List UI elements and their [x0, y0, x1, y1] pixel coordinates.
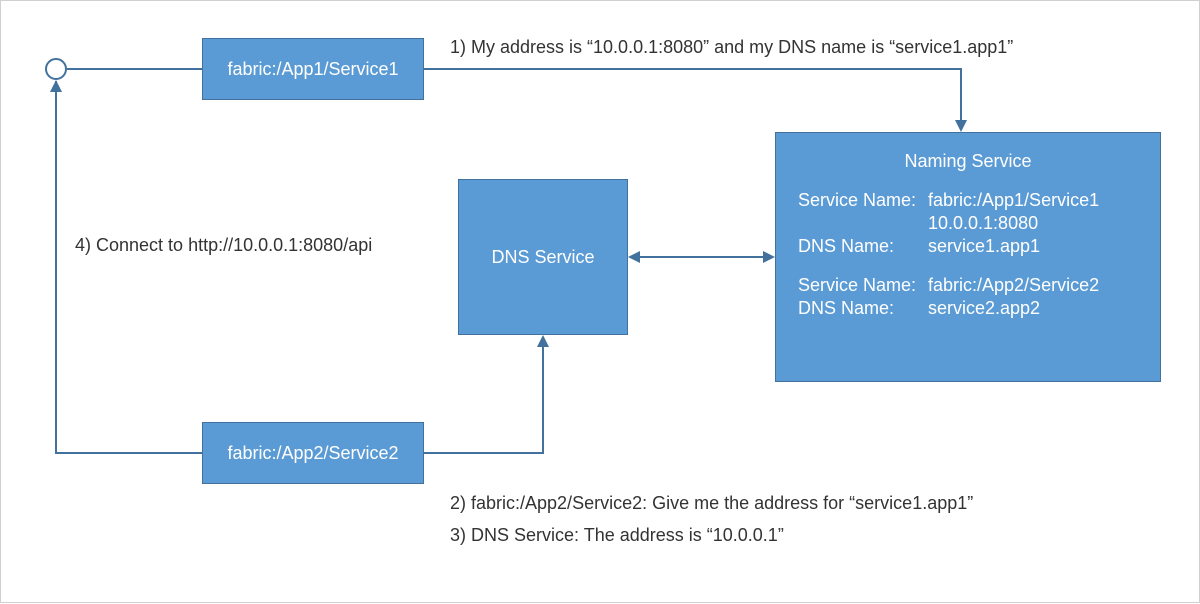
naming-service-title: Naming Service	[798, 151, 1138, 172]
service1-box: fabric:/App1/Service1	[202, 38, 424, 100]
naming-entry-dns: service1.app1	[928, 236, 1138, 257]
naming-entry-label: Service Name:	[798, 275, 928, 296]
arrowhead-dns-right	[763, 251, 775, 263]
step-2-label: 2) fabric:/App2/Service2: Give me the ad…	[450, 493, 973, 514]
naming-service-box: Naming Service Service Name: fabric:/App…	[775, 132, 1161, 382]
service2-to-circle-arrow	[56, 81, 202, 453]
arrowhead-2	[537, 335, 549, 347]
service1-to-naming-arrow	[424, 69, 961, 127]
service2-label: fabric:/App2/Service2	[227, 443, 398, 464]
service2-box: fabric:/App2/Service2	[202, 422, 424, 484]
naming-entry-0-servicename: Service Name: fabric:/App1/Service1	[798, 190, 1138, 211]
step-4-label: 4) Connect to http://10.0.0.1:8080/api	[75, 235, 372, 256]
naming-entry-value: fabric:/App2/Service2	[928, 275, 1138, 296]
naming-entry-address: 10.0.0.1:8080	[928, 213, 1138, 234]
naming-entry-value: fabric:/App1/Service1	[928, 190, 1138, 211]
dns-service-label: DNS Service	[491, 247, 594, 268]
service2-to-dns-arrow	[424, 345, 543, 453]
start-endpoint	[45, 58, 67, 80]
naming-entry-1-dnsname: DNS Name: service2.app2	[798, 298, 1138, 319]
naming-entry-label: Service Name:	[798, 190, 928, 211]
naming-entry-label-empty	[798, 213, 928, 234]
dns-service-box: DNS Service	[458, 179, 628, 335]
naming-entry-0-address: 10.0.0.1:8080	[798, 213, 1138, 234]
arrowhead-dns-left	[628, 251, 640, 263]
step-1-label: 1) My address is “10.0.0.1:8080” and my …	[450, 37, 1013, 58]
service1-label: fabric:/App1/Service1	[227, 59, 398, 80]
arrowhead-4	[50, 80, 62, 92]
arrowhead-1	[955, 120, 967, 132]
naming-entry-label: DNS Name:	[798, 236, 928, 257]
naming-entry-0-dnsname: DNS Name: service1.app1	[798, 236, 1138, 257]
naming-entry-dns: service2.app2	[928, 298, 1138, 319]
naming-entry-label: DNS Name:	[798, 298, 928, 319]
step-3-label: 3) DNS Service: The address is “10.0.0.1…	[450, 525, 784, 546]
naming-entry-1-servicename: Service Name: fabric:/App2/Service2	[798, 275, 1138, 296]
